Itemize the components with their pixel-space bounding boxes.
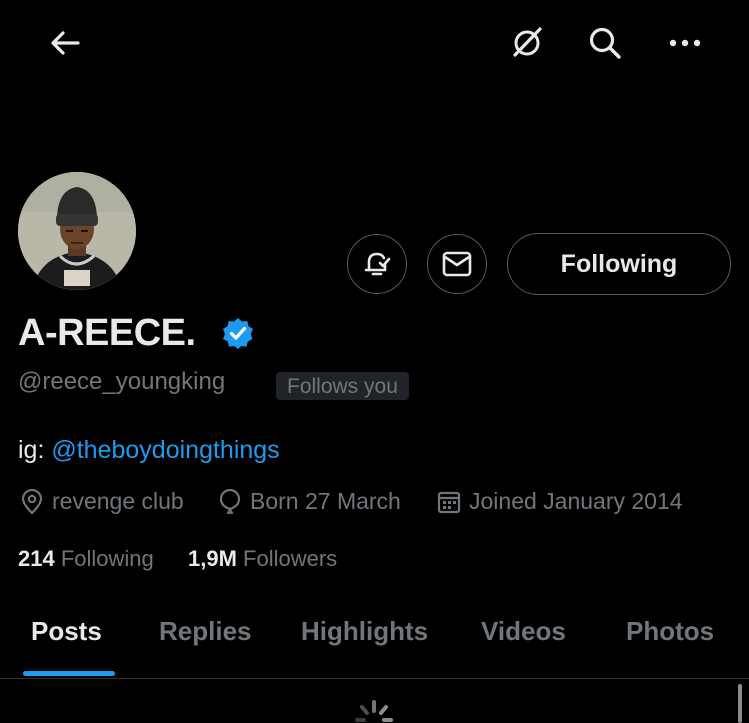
follows-you-badge: Follows you [276,372,409,400]
grok-button[interactable] [505,21,549,65]
location-text: revenge club [52,488,184,514]
search-button[interactable] [583,21,627,65]
avatar-image [18,172,136,290]
bio: ig: @theboydoingthings [18,436,280,465]
tab-posts[interactable]: Posts [31,616,102,647]
location: revenge club [20,488,184,515]
back-button[interactable] [43,21,87,65]
location-pin-icon [21,488,43,515]
avatar[interactable] [18,172,136,290]
grok-icon [513,27,542,57]
active-tab-indicator [23,671,115,676]
display-name: A-REECE. [18,312,196,354]
tab-highlights[interactable]: Highlights [301,616,428,647]
bio-text: ig: [18,436,52,464]
following-count-link[interactable]: 214 Following [18,546,154,572]
message-button[interactable] [427,234,487,294]
loading-spinner-icon [355,700,393,722]
following-button[interactable]: Following [507,233,731,295]
followers-count-link[interactable]: 1,9M Followers [188,546,337,572]
scrollbar[interactable] [738,684,742,723]
tab-videos[interactable]: Videos [481,616,566,647]
following-count: 214 [18,546,55,571]
user-handle: @reece_youngking [18,368,226,395]
envelope-icon [442,251,472,277]
bio-link[interactable]: @theboydoingthings [51,436,279,464]
birthday-text: Born 27 March [250,488,401,514]
following-count-label: Following [60,546,154,571]
calendar-icon [437,491,461,513]
followers-count-label: Followers [243,546,338,571]
birthday: Born 27 March [218,488,401,515]
joined-date: Joined January 2014 [437,488,683,515]
joined-text: Joined January 2014 [469,488,683,514]
tab-photos[interactable]: Photos [626,616,714,647]
followers-count: 1,9M [188,546,237,571]
search-icon [589,27,621,59]
arrow-left-icon [51,31,80,55]
tabs-divider [0,678,749,679]
more-horizontal-icon [669,39,701,47]
notifications-button[interactable] [347,234,407,294]
more-button[interactable] [663,21,707,65]
bell-check-icon [364,252,391,276]
tab-replies[interactable]: Replies [159,616,252,647]
verified-badge-icon [223,318,253,349]
balloon-icon [219,488,241,514]
